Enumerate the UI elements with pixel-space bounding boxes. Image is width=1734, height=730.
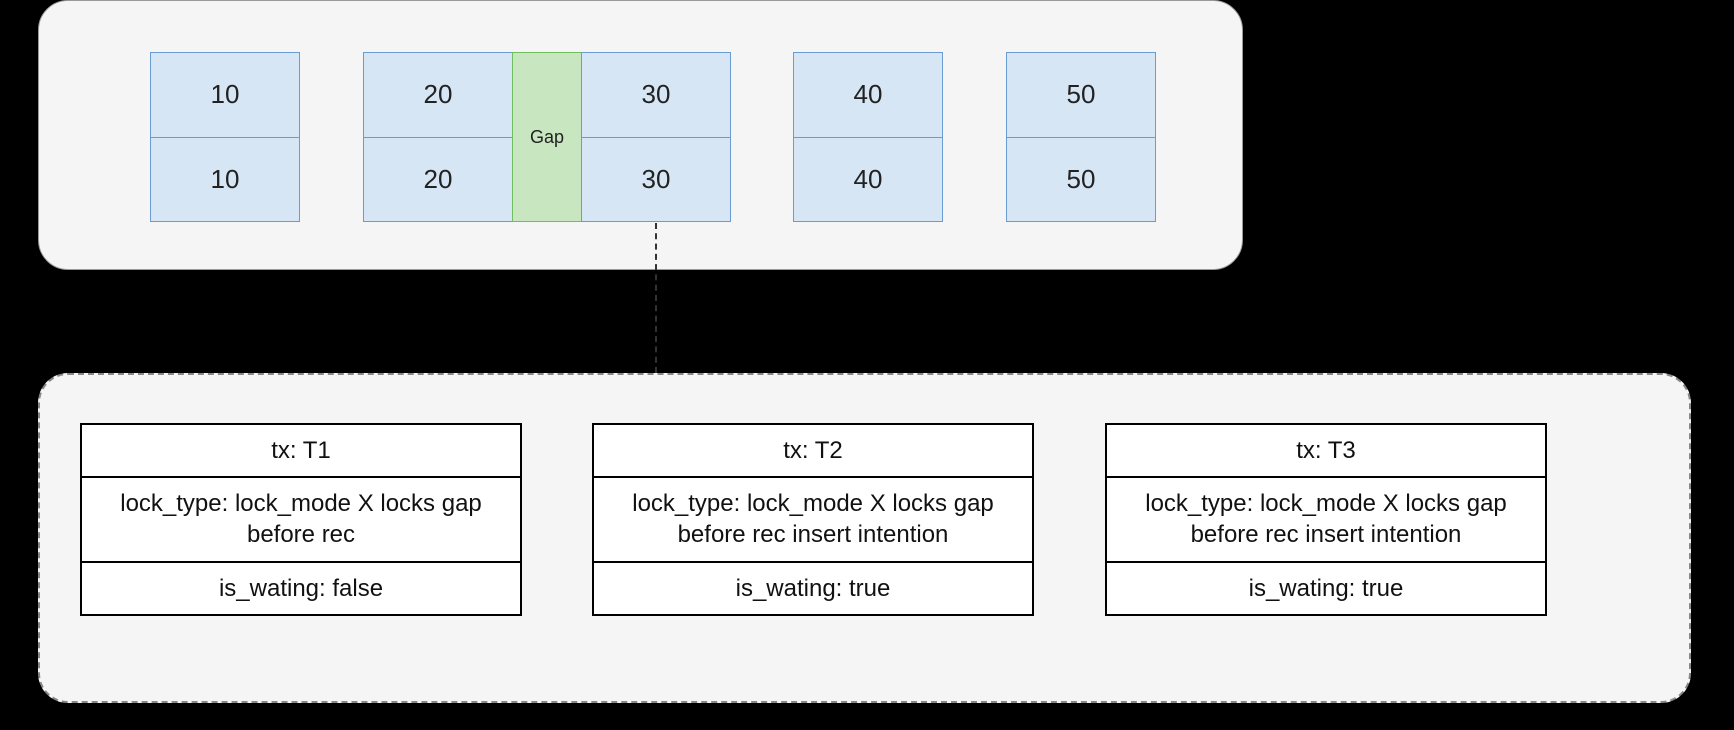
lockbox-is-waiting: is_wating: false [80, 561, 522, 616]
record-cell: 20 [363, 137, 513, 223]
lockbox-tx: tx: T3 [1105, 423, 1547, 478]
record-20: 20 20 [363, 52, 513, 222]
connector-line [655, 223, 657, 373]
lockbox-lock-type: lock_type: lock_mode X locks gap before … [592, 476, 1034, 562]
lockbox-tx: tx: T1 [80, 423, 522, 478]
lockbox-t1: tx: T1 lock_type: lock_mode X locks gap … [80, 423, 522, 616]
lockbox-lock-type: lock_type: lock_mode X locks gap before … [1105, 476, 1547, 562]
record-cell: 10 [150, 52, 300, 138]
lockbox-t2: tx: T2 lock_type: lock_mode X locks gap … [592, 423, 1034, 616]
record-40: 40 40 [793, 52, 943, 222]
lockbox-is-waiting: is_wating: true [592, 561, 1034, 616]
lockbox-tx: tx: T2 [592, 423, 1034, 478]
record-cell: 40 [793, 137, 943, 223]
record-cell: 20 [363, 52, 513, 138]
lockbox-lock-type: lock_type: lock_mode X locks gap before … [80, 476, 522, 562]
record-10: 10 10 [150, 52, 300, 222]
record-50: 50 50 [1006, 52, 1156, 222]
record-cell: 10 [150, 137, 300, 223]
record-cell: 50 [1006, 137, 1156, 223]
record-30: 30 30 [581, 52, 731, 222]
record-cell: 30 [581, 137, 731, 223]
record-cell: 30 [581, 52, 731, 138]
record-cell: 50 [1006, 52, 1156, 138]
gap-marker: Gap [512, 52, 582, 222]
record-cell: 40 [793, 52, 943, 138]
lockbox-t3: tx: T3 lock_type: lock_mode X locks gap … [1105, 423, 1547, 616]
lockbox-is-waiting: is_wating: true [1105, 561, 1547, 616]
